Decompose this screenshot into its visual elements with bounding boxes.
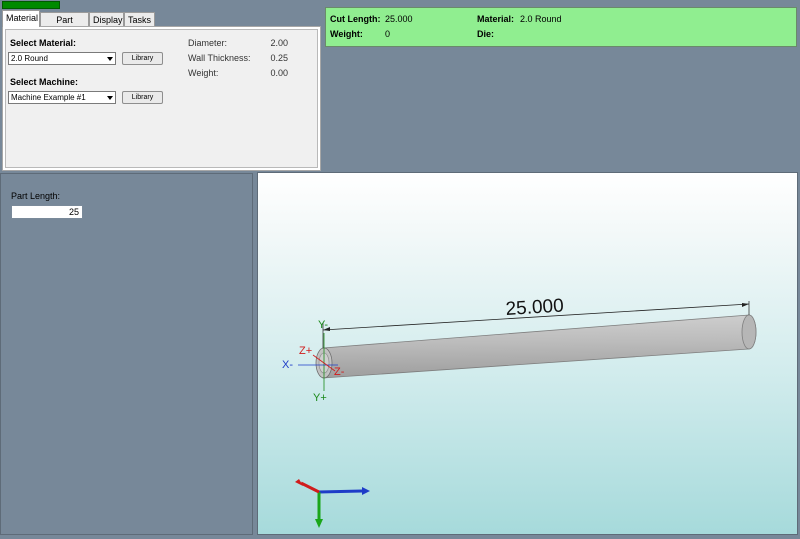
- machine-select-value: Machine Example #1: [11, 93, 86, 102]
- info-material-label: Material:: [477, 14, 515, 24]
- info-weight-value: 0: [385, 29, 391, 39]
- z-minus-label: Z-: [334, 366, 345, 378]
- progress-bar: [2, 1, 60, 9]
- triad-x-arrow: [362, 487, 370, 495]
- material-select[interactable]: 2.0 Round: [8, 52, 116, 65]
- chevron-down-icon: [107, 96, 113, 100]
- material-select-value: 2.0 Round: [11, 54, 48, 63]
- diameter-label: Diameter:: [188, 38, 228, 48]
- x-minus-label: X-: [282, 359, 293, 371]
- tab-material[interactable]: Material: [2, 10, 40, 27]
- machine-select[interactable]: Machine Example #1: [8, 91, 116, 104]
- triad-y-arrow: [315, 519, 323, 528]
- triad-x-axis: [318, 489, 363, 494]
- dimension-text: 25.000: [505, 295, 564, 320]
- wall-thickness-value: 0.25: [270, 53, 288, 63]
- part-panel: [0, 173, 253, 535]
- info-die-label: Die:: [477, 29, 495, 39]
- tube-body: [322, 314, 757, 379]
- select-material-label: Select Material:: [10, 38, 77, 48]
- part-length-input[interactable]: 25: [11, 205, 83, 219]
- dimension-arrow-right: [742, 303, 749, 307]
- cut-length-value: 25.000: [385, 14, 413, 24]
- select-machine-label: Select Machine:: [10, 77, 79, 87]
- diameter-value: 2.00: [270, 38, 288, 48]
- tube-far-end: [741, 314, 757, 350]
- part-length-label: Part Length:: [11, 191, 61, 201]
- weight-label: Weight:: [188, 68, 219, 78]
- z-plus-label: Z+: [299, 345, 312, 357]
- tab-display[interactable]: Display: [89, 12, 124, 27]
- tab-part-details[interactable]: Part Details: [40, 12, 89, 40]
- tab-tasks[interactable]: Tasks: [124, 12, 155, 27]
- cut-length-label: Cut Length:: [330, 14, 381, 24]
- 3d-viewport[interactable]: 25.000 Y- Y+ Z+ Z- X-: [257, 172, 798, 535]
- chevron-down-icon: [107, 57, 113, 61]
- wall-thickness-label: Wall Thickness:: [188, 53, 251, 63]
- machine-library-button[interactable]: Library: [122, 91, 163, 104]
- weight-value: 0.00: [270, 68, 288, 78]
- y-minus-label: Y-: [318, 319, 328, 331]
- y-plus-label: Y+: [313, 392, 327, 404]
- material-library-button[interactable]: Library: [122, 52, 163, 65]
- info-material-value: 2.0 Round: [520, 14, 562, 24]
- cut-info-panel: [325, 7, 797, 47]
- info-weight-label: Weight:: [330, 29, 363, 39]
- viewport-canvas[interactable]: 25.000 Y- Y+ Z+ Z- X-: [258, 173, 798, 535]
- triad-z-axis: [300, 481, 320, 494]
- orientation-triad: [295, 479, 370, 528]
